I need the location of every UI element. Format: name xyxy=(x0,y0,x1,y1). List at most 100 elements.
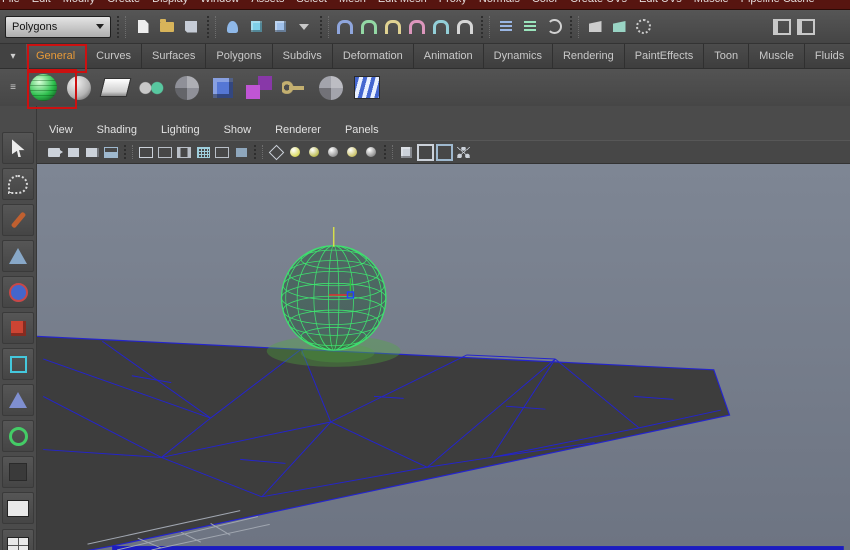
selection-mask-menu[interactable] xyxy=(293,16,315,38)
menu-mesh[interactable]: Mesh xyxy=(339,0,366,5)
safe-action-icon[interactable] xyxy=(213,144,231,161)
output-from-selected-icon[interactable] xyxy=(519,16,541,38)
shelf-tab-polygons[interactable]: Polygons xyxy=(206,44,273,68)
soft-modification-tool-icon[interactable] xyxy=(2,384,34,416)
scale-tool-icon[interactable] xyxy=(2,312,34,344)
field-chart-icon[interactable] xyxy=(194,144,212,161)
key-shelf-icon[interactable] xyxy=(278,71,312,105)
menu-edit-mesh[interactable]: Edit Mesh xyxy=(378,0,427,5)
menu-assets[interactable]: Assets xyxy=(251,0,284,5)
viewport-3d-scene[interactable] xyxy=(37,164,850,550)
shelf-tab-deformation[interactable]: Deformation xyxy=(332,44,414,68)
shelf-tab-animation[interactable]: Animation xyxy=(413,44,484,68)
single-pane-layout-button[interactable] xyxy=(2,492,34,524)
snap-to-grids-icon[interactable] xyxy=(334,16,356,38)
image-plane-icon[interactable] xyxy=(102,144,120,161)
universal-manipulator-tool-icon[interactable] xyxy=(2,348,34,380)
shelf-tab-painteffects[interactable]: PaintEffects xyxy=(624,44,705,68)
double-cube-shelf-icon[interactable] xyxy=(242,71,276,105)
panel-menu-lighting[interactable]: Lighting xyxy=(161,124,200,136)
isolate-select-icon[interactable] xyxy=(397,144,415,161)
menu-window[interactable]: Window xyxy=(200,0,239,5)
attribute-editor-toggle-icon[interactable] xyxy=(771,16,793,38)
move-tool-icon[interactable] xyxy=(2,240,34,272)
shelf-tab-rendering[interactable]: Rendering xyxy=(552,44,625,68)
construction-history-icon[interactable] xyxy=(543,16,565,38)
menu-display[interactable]: Display xyxy=(152,0,188,5)
channel-box-toggle-icon[interactable] xyxy=(795,16,817,38)
show-manipulator-tool-icon[interactable] xyxy=(2,420,34,452)
new-scene-icon[interactable] xyxy=(132,16,154,38)
shelf-tab-dynamics[interactable]: Dynamics xyxy=(483,44,553,68)
paint-selection-tool-icon[interactable] xyxy=(2,204,34,236)
smooth-shade-all-icon[interactable] xyxy=(286,144,304,161)
poly-sphere-shelf-icon[interactable] xyxy=(26,71,60,105)
film-gate-icon[interactable] xyxy=(137,144,155,161)
wireframe-icon[interactable] xyxy=(267,144,285,161)
shelf-tab-muscle[interactable]: Muscle xyxy=(749,44,805,68)
subdiv-sphere-shelf-icon[interactable] xyxy=(314,71,348,105)
use-default-material-icon[interactable] xyxy=(362,144,380,161)
menu-create-uvs[interactable]: Create UVs xyxy=(570,0,627,5)
menu-normals[interactable]: Normals xyxy=(479,0,520,5)
select-by-hierarchy-icon[interactable] xyxy=(221,16,243,38)
viewport[interactable] xyxy=(37,164,850,550)
menu-file[interactable]: File xyxy=(2,0,20,5)
shelf-tab-subdivs[interactable]: Subdivs xyxy=(272,44,333,68)
select-camera-icon[interactable] xyxy=(45,144,63,161)
ipr-render-icon[interactable] xyxy=(608,16,630,38)
make-live-icon[interactable] xyxy=(454,16,476,38)
snap-to-points-icon[interactable] xyxy=(382,16,404,38)
cube-shelf-icon[interactable] xyxy=(206,71,240,105)
panel-menu-show[interactable]: Show xyxy=(224,124,252,136)
lasso-tool-icon[interactable] xyxy=(2,168,34,200)
menu-select[interactable]: Select xyxy=(296,0,327,5)
wireframe-sphere[interactable] xyxy=(280,245,387,351)
bookmarks-icon[interactable] xyxy=(83,144,101,161)
safe-title-icon[interactable] xyxy=(232,144,250,161)
panel-menu-renderer[interactable]: Renderer xyxy=(275,124,321,136)
ramp-shelf-icon[interactable] xyxy=(98,71,132,105)
last-tool-icon[interactable] xyxy=(2,456,34,488)
panel-menu-shading[interactable]: Shading xyxy=(97,124,137,136)
menu-create[interactable]: Create xyxy=(107,0,140,5)
select-by-object-icon[interactable] xyxy=(245,16,267,38)
render-current-frame-icon[interactable] xyxy=(584,16,606,38)
render-settings-icon[interactable] xyxy=(632,16,654,38)
select-by-component-icon[interactable] xyxy=(269,16,291,38)
menu-edit-uvs[interactable]: Edit UVs xyxy=(639,0,682,5)
shelf-tab-curves[interactable]: Curves xyxy=(86,44,142,68)
rotate-tool-icon[interactable] xyxy=(2,276,34,308)
shelf-tab-fluids[interactable]: Fluids xyxy=(804,44,850,68)
hypergraph-share-icon[interactable] xyxy=(454,144,472,161)
nurbs-sphere-shelf-icon[interactable] xyxy=(62,71,96,105)
flat-shade-all-icon[interactable] xyxy=(305,144,323,161)
panel-menu-panels[interactable]: Panels xyxy=(345,124,379,136)
menu-edit[interactable]: Edit xyxy=(32,0,51,5)
snap-to-projected-center-icon[interactable] xyxy=(406,16,428,38)
menu-muscle[interactable]: Muscle xyxy=(694,0,729,5)
shelf-tab-surfaces[interactable]: Surfaces xyxy=(141,44,207,68)
textured-icon[interactable] xyxy=(343,144,361,161)
bounding-box-icon[interactable] xyxy=(324,144,342,161)
paint-effects-shelf-icon[interactable] xyxy=(350,71,384,105)
camera-attributes-icon[interactable] xyxy=(64,144,82,161)
menu-color[interactable]: Color xyxy=(532,0,558,5)
poly-facet-sphere-shelf-icon[interactable] xyxy=(170,71,204,105)
shelf-tab-general[interactable]: General xyxy=(26,44,87,68)
menu-pipeline-cache[interactable]: Pipeline Cache xyxy=(741,0,815,5)
shelf-menu-icon[interactable]: ≡ xyxy=(0,82,26,93)
xray-icon[interactable] xyxy=(416,143,434,161)
gate-mask-icon[interactable] xyxy=(175,144,193,161)
menu-set-selector[interactable]: Polygons xyxy=(5,15,111,38)
snap-to-curves-icon[interactable] xyxy=(358,16,380,38)
input-to-selected-icon[interactable] xyxy=(495,16,517,38)
open-scene-icon[interactable] xyxy=(156,16,178,38)
resolution-gate-icon[interactable] xyxy=(156,144,174,161)
shelf-tab-toon[interactable]: Toon xyxy=(704,44,750,68)
panel-menu-view[interactable]: View xyxy=(49,124,73,136)
snap-to-view-planes-icon[interactable] xyxy=(430,16,452,38)
joint-xray-icon[interactable] xyxy=(435,143,453,161)
select-tool-icon[interactable] xyxy=(2,132,34,164)
double-circle-shelf-icon[interactable] xyxy=(134,71,168,105)
